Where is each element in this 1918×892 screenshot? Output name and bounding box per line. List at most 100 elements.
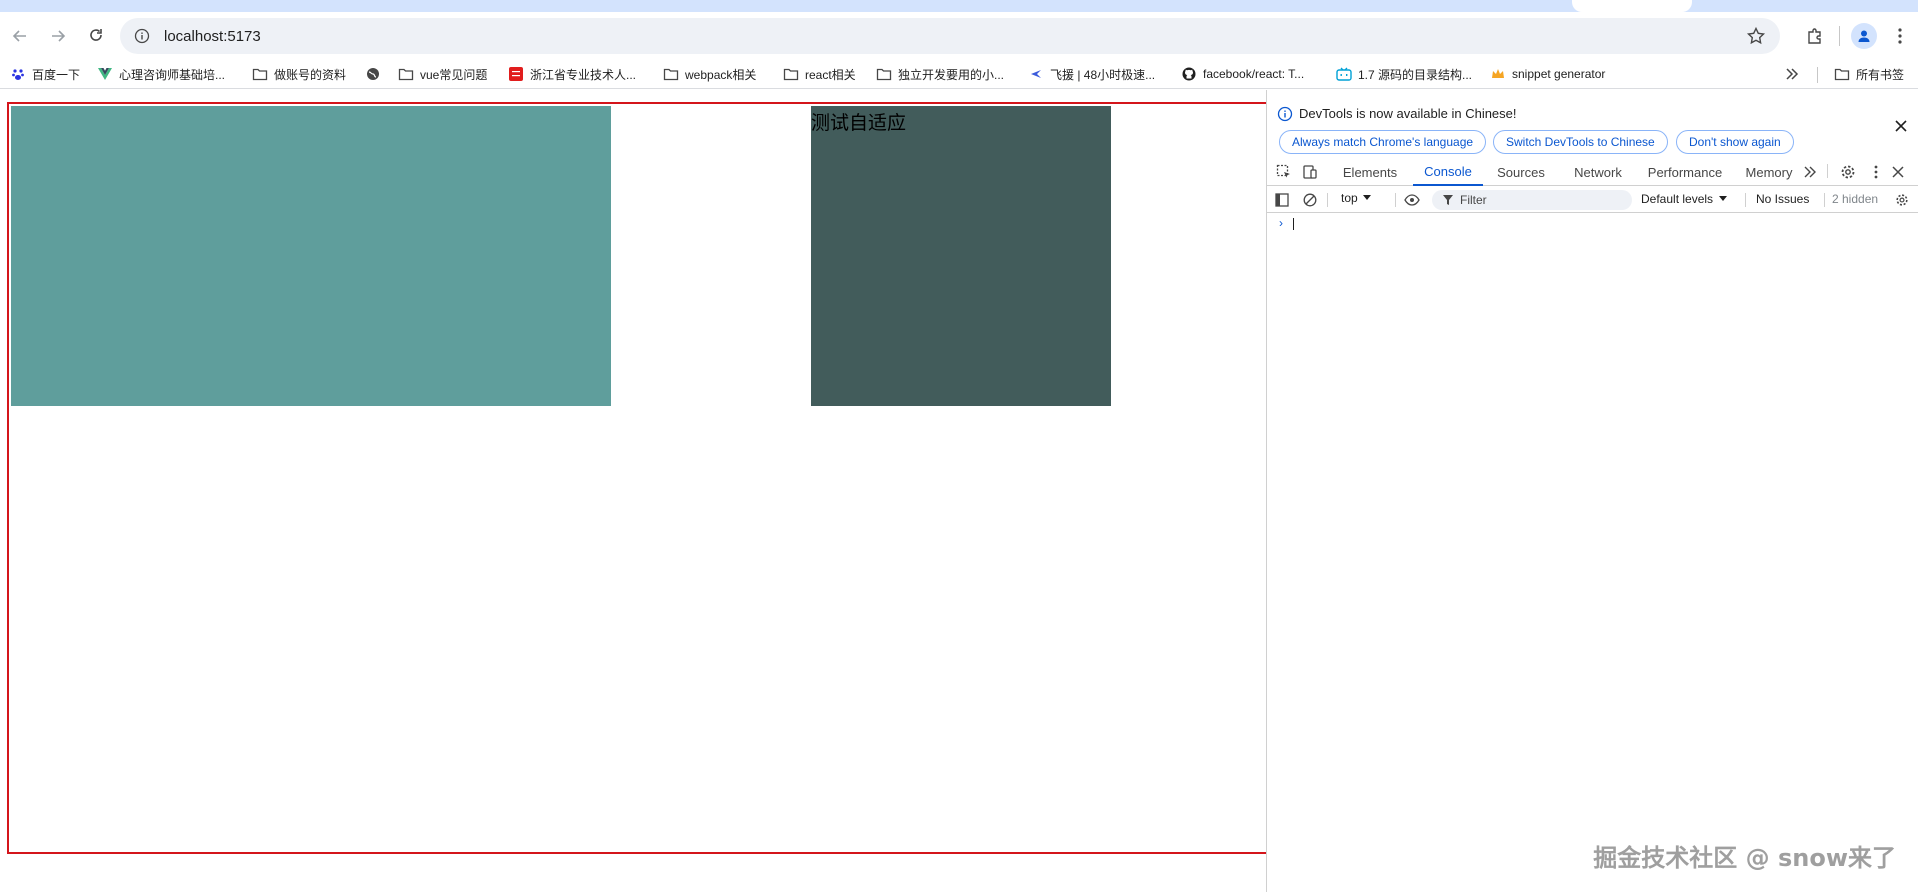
tab-memory[interactable]: Memory (1733, 158, 1805, 186)
device-toolbar-icon[interactable] (1301, 163, 1319, 181)
switch-to-chinese-button[interactable]: Switch DevTools to Chinese (1493, 130, 1668, 154)
console-divider (1745, 193, 1746, 207)
console-input[interactable] (1293, 218, 1294, 230)
close-devtools-icon[interactable] (1889, 163, 1907, 181)
bookmark-item[interactable] (365, 64, 387, 84)
arrow-icon (1028, 66, 1044, 82)
extensions-button[interactable] (1797, 18, 1833, 54)
vue-logo-icon (97, 66, 113, 82)
bookmark-label: 心理咨询师基础培... (119, 67, 226, 82)
bookmark-label: 独立开发要用的小... (898, 67, 1005, 82)
forward-button[interactable] (40, 18, 76, 54)
bookmark-item[interactable]: vue常见问题 (398, 64, 487, 84)
active-tab[interactable] (1572, 0, 1692, 12)
console-divider (1824, 193, 1825, 207)
back-button[interactable] (2, 18, 38, 54)
bilibili-icon (1336, 66, 1352, 82)
dont-show-again-button[interactable]: Don't show again (1676, 130, 1794, 154)
folder-icon (1834, 66, 1850, 82)
site-info-icon[interactable] (132, 26, 152, 46)
bookmark-item[interactable]: 独立开发要用的小... (876, 64, 1004, 84)
levels-label: Default levels (1641, 192, 1714, 206)
console-toolbar: top Filter Default levels No Issues 2 hi… (1267, 187, 1918, 213)
close-icon[interactable] (1893, 118, 1909, 134)
tab-elements[interactable]: Elements (1325, 158, 1415, 186)
folder-icon (876, 66, 892, 82)
inspect-element-icon[interactable] (1275, 163, 1293, 181)
always-match-language-button[interactable]: Always match Chrome's language (1279, 130, 1487, 154)
hidden-messages-count: 2 hidden (1832, 192, 1879, 206)
bookmark-item[interactable]: 百度一下 (10, 64, 80, 84)
toolbar-actions (1797, 18, 1918, 54)
bookmark-item[interactable]: snippet generator (1490, 64, 1605, 84)
language-banner: DevTools is now available in Chinese! Al… (1267, 90, 1918, 156)
browser-menu-button[interactable] (1882, 18, 1918, 54)
avatar[interactable] (1851, 23, 1877, 49)
dark-teal-box (811, 106, 1111, 406)
page-heading: 测试自适应 (811, 112, 907, 134)
bookmark-item[interactable]: 心理咨询师基础培... (97, 64, 225, 84)
bookmark-item[interactable]: 浙江省专业技术人... (508, 64, 636, 84)
bookmark-item[interactable]: react相关 (783, 64, 856, 84)
folder-icon (252, 66, 268, 82)
console-divider (1395, 193, 1396, 207)
console-settings-gear-icon[interactable] (1893, 191, 1911, 209)
address-bar[interactable]: localhost:5173 (120, 18, 1780, 54)
url-text[interactable]: localhost:5173 (164, 28, 261, 45)
tab-sources[interactable]: Sources (1483, 158, 1559, 186)
bookmark-item[interactable]: 1.7 源码的目录结构... (1336, 64, 1472, 84)
globe-icon (365, 66, 381, 82)
bookmark-label: webpack相关 (685, 67, 757, 82)
paw-icon (10, 66, 26, 82)
bookmark-item[interactable]: facebook/react: T... (1181, 64, 1304, 84)
bookmark-label: 做账号的资料 (274, 67, 347, 82)
person-icon (1858, 30, 1870, 42)
tab-network[interactable]: Network (1559, 158, 1637, 186)
settings-gear-icon[interactable] (1839, 163, 1857, 181)
bookmark-label: 浙江省专业技术人... (530, 67, 637, 82)
toolbar-divider (1839, 26, 1840, 46)
bookmark-item[interactable]: 做账号的资料 (252, 64, 346, 84)
banner-message: DevTools is now available in Chinese! (1299, 106, 1517, 121)
tab-strip (0, 0, 1918, 12)
bookmark-label: 1.7 源码的目录结构... (1358, 67, 1473, 82)
bookmarks-divider (1817, 67, 1818, 83)
bookmark-item[interactable]: webpack相关 (663, 64, 756, 84)
folder-icon (663, 66, 679, 82)
profile-button[interactable] (1846, 18, 1882, 54)
bookmark-label: 飞援 | 48小时极速... (1050, 67, 1156, 82)
context-label: top (1341, 191, 1358, 205)
teal-box (11, 106, 611, 406)
bookmark-label: 所有书签 (1856, 67, 1905, 82)
page-viewport: 测试自适应 (0, 90, 1266, 892)
arrow-left-icon (12, 29, 26, 42)
eye-icon[interactable] (1403, 191, 1421, 209)
app-container: 测试自适应 (7, 102, 1266, 854)
arrow-right-icon (52, 29, 66, 42)
bookmark-item[interactable]: 飞援 | 48小时极速... (1028, 64, 1155, 84)
all-bookmarks-button[interactable]: 所有书签 (1834, 64, 1904, 84)
filter-input[interactable]: Filter (1432, 190, 1632, 210)
github-icon (1181, 66, 1197, 82)
tab-performance[interactable]: Performance (1637, 158, 1733, 186)
devtools-tabbar: Elements Console Sources Network Perform… (1267, 158, 1918, 186)
folder-icon (783, 66, 799, 82)
reload-button[interactable] (78, 18, 114, 54)
bookmark-star-icon[interactable] (1746, 26, 1766, 46)
bookmark-label: snippet generator (1512, 67, 1606, 81)
sidebar-toggle-icon[interactable] (1273, 191, 1291, 209)
funnel-icon (1443, 195, 1453, 205)
caret-down-icon (1362, 195, 1371, 200)
more-bookmarks-button[interactable] (1782, 64, 1802, 84)
context-selector[interactable]: top (1341, 191, 1372, 205)
customize-menu-icon[interactable] (1867, 163, 1885, 181)
info-icon (1277, 106, 1293, 122)
console-divider (1327, 193, 1328, 207)
log-levels-dropdown[interactable]: Default levels (1641, 192, 1728, 206)
clear-console-icon[interactable] (1301, 191, 1319, 209)
tab-console[interactable]: Console (1413, 158, 1483, 186)
devtools-panel: DevTools is now available in Chinese! Al… (1266, 90, 1918, 892)
more-tabs-icon[interactable] (1801, 163, 1819, 181)
folder-icon (398, 66, 414, 82)
issues-counter[interactable]: No Issues (1756, 192, 1809, 206)
